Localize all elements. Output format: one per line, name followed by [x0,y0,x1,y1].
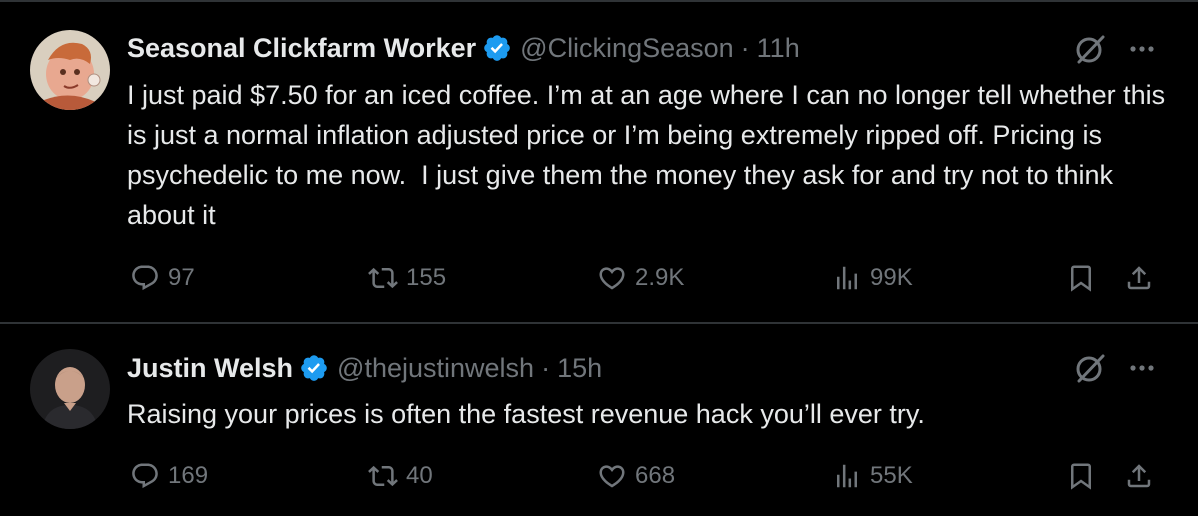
retweet-button[interactable]: 155 [368,258,446,298]
tweet-divider [0,322,1198,324]
bookmark-button[interactable] [1066,456,1096,496]
tweet-text: Raising your prices is often the fastest… [127,399,925,429]
share-icon [1127,266,1151,290]
author-name[interactable]: Seasonal Clickfarm Worker [127,33,476,64]
top-border [0,0,1198,2]
bookmark-icon [1071,265,1091,292]
verified-badge-icon [299,353,329,383]
grok-icon[interactable] [1072,31,1108,67]
heart-icon [599,267,625,290]
views-count: 99K [870,264,913,291]
reply-button[interactable]: 169 [130,456,208,496]
share-button[interactable] [1124,258,1154,298]
more-icon[interactable] [1124,350,1160,386]
avatar[interactable] [30,30,110,110]
tweet-text: I just paid $7.50 for an iced coffee. I’… [127,80,1173,230]
bookmark-button[interactable] [1066,258,1096,298]
like-count: 2.9K [635,264,685,291]
retweet-icon [368,267,398,289]
heart-icon [599,465,625,488]
retweet-count: 40 [406,462,433,489]
retweet-button[interactable]: 40 [368,456,433,496]
reply-button[interactable]: 97 [130,258,195,298]
views-icon [837,464,857,488]
separator-dot: · [541,352,551,383]
share-icon [1127,464,1151,488]
tweet-header: Justin Welsh @thejustinwelsh · 15h [127,351,602,385]
like-button[interactable]: 668 [597,456,675,496]
views-count: 55K [870,462,913,489]
like-button[interactable]: 2.9K [597,258,684,298]
bookmark-icon [1071,463,1091,490]
reply-icon [132,265,158,291]
timestamp[interactable]: 11h [757,33,800,64]
timestamp[interactable]: 15h [557,353,602,384]
reply-count: 97 [168,264,195,291]
reply-count: 169 [168,462,209,489]
separator-dot: · [740,32,750,63]
author-handle[interactable]: @thejustinwelsh [337,353,534,384]
author-handle[interactable]: @ClickingSeason [520,33,734,64]
retweet-icon [368,465,398,487]
tweet-header: Seasonal Clickfarm Worker @ClickingSeaso… [127,31,800,65]
avatar[interactable] [30,349,110,429]
views-button[interactable]: 99K [832,258,913,298]
views-button[interactable]: 55K [832,456,913,496]
more-icon[interactable] [1124,31,1160,67]
author-name[interactable]: Justin Welsh [127,353,293,384]
views-icon [837,266,857,290]
verified-badge-icon [482,33,512,63]
like-count: 668 [635,462,676,489]
reply-icon [132,463,158,489]
retweet-count: 155 [406,264,447,291]
share-button[interactable] [1124,456,1154,496]
grok-icon[interactable] [1072,350,1108,386]
